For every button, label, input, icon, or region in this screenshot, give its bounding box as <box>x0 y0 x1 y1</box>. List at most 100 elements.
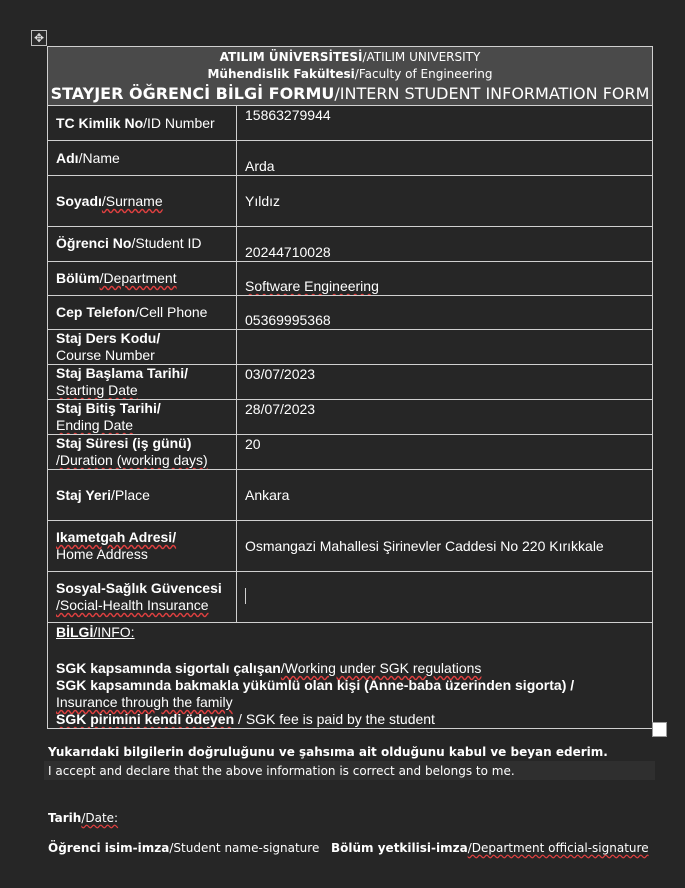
info-option-3-tr: SGK pirimini kendi ödeyen <box>56 711 235 727</box>
declaration-tr: Yukarıdaki bilgilerin doğruluğunu ve şah… <box>48 745 608 759</box>
table-row: Bölüm/Department Software Engineering <box>47 261 653 296</box>
intern-info-form-table: ATILIM ÜNİVERSİTESİ/ATILIM UNIVERSITY Mü… <box>47 46 653 729</box>
table-row: Staj Yeri/Place Ankara <box>47 469 653 521</box>
label-cell: Sosyal-Sağlık Güvencesi/Social-Health In… <box>47 571 237 623</box>
start-date-label-tr: Staj Başlama Tarihi/ <box>56 365 189 382</box>
surname-field[interactable]: Yıldız <box>236 175 653 227</box>
id-number-value: 15863279944 <box>245 107 331 123</box>
label-cell: Staj Bitiş Tarihi/Ending Date <box>47 399 237 435</box>
info-option-1-en: /Working under SGK regulations <box>280 660 482 676</box>
start-date-field[interactable]: 03/07/2023 <box>236 364 653 400</box>
name-value: Arda <box>245 158 275 174</box>
info-option-2-tr: SGK kapsamında bakmakla yükümlü olan kiş… <box>56 677 575 693</box>
department-signature-label-en: /Department official-signature <box>467 841 649 855</box>
place-field[interactable]: Ankara <box>236 469 653 521</box>
label-cell: Öğrenci No/Student ID <box>47 226 237 262</box>
form-title-tr: STAYJER ÖĞRENCİ BİLGİ FORMU <box>50 84 335 103</box>
department-signature-label: Bölüm yetkilisi-imza/Department official… <box>331 841 649 855</box>
label-cell: Adı/Name <box>47 140 237 176</box>
surname-label-en: /Surname <box>101 193 163 209</box>
insurance-label-tr: Sosyal-Sağlık Güvencesi <box>56 580 222 596</box>
table-row: Soyadı/Surname Yıldız <box>47 175 653 227</box>
table-row: Ikametgah Adresi/Home Address Osmangazi … <box>47 520 653 572</box>
course-number-label-tr: Staj Ders Kodu/ <box>56 330 161 347</box>
insurance-field[interactable] <box>236 571 653 623</box>
text-cursor <box>245 588 246 604</box>
form-title-en: /INTERN STUDENT INFORMATION FORM <box>334 84 650 103</box>
info-option-1: SGK kapsamında sigortalı çalışan/Working… <box>56 660 652 677</box>
surname-value: Yıldız <box>245 193 281 209</box>
department-signature-label-tr: Bölüm yetkilisi-imza <box>331 841 468 855</box>
faculty-name-en: /Faculty of Engineering <box>354 67 493 81</box>
end-date-value: 28/07/2023 <box>245 401 316 417</box>
cell-phone-field[interactable]: 05369995368 <box>236 295 653 330</box>
table-move-handle-icon[interactable]: ✥ <box>31 30 47 46</box>
info-title-tr: BİLGİ <box>56 624 94 640</box>
table-row: TC Kimlik No/ID Number 15863279944 <box>47 105 653 141</box>
start-date-label-en: Starting Date <box>56 382 138 398</box>
date-label: Tarih/Date: <box>48 811 118 825</box>
label-cell: Staj Başlama Tarihi/Starting Date <box>47 364 237 400</box>
course-number-field[interactable] <box>236 329 653 365</box>
table-row: Staj Başlama Tarihi/Starting Date 03/07/… <box>47 364 653 400</box>
label-cell: Ikametgah Adresi/Home Address <box>47 520 237 572</box>
place-label-en: /Place <box>111 487 150 503</box>
label-cell: Cep Telefon/Cell Phone <box>47 295 237 330</box>
label-cell: TC Kimlik No/ID Number <box>47 105 237 141</box>
table-row: Staj Ders Kodu/Course Number <box>47 329 653 365</box>
student-id-label-en: /Student ID <box>131 235 202 251</box>
department-field[interactable]: Software Engineering <box>236 261 653 296</box>
table-row: Sosyal-Sağlık Güvencesi/Social-Health In… <box>47 571 653 623</box>
id-number-label-tr: TC Kimlik No <box>56 115 144 131</box>
faculty-name-tr: Mühendislik Fakültesi <box>207 67 355 81</box>
home-address-label-en: Home Address <box>56 546 148 562</box>
student-id-field[interactable]: 20244710028 <box>236 226 653 262</box>
info-title-en: /INFO: <box>93 624 135 640</box>
place-value: Ankara <box>245 487 290 503</box>
surname-label-tr: Soyadı <box>56 193 102 209</box>
cell-phone-label-en: /Cell Phone <box>135 304 208 320</box>
info-option-3-en: / SGK fee is paid by the student <box>234 711 435 727</box>
insurance-label-en: /Social-Health Insurance <box>56 597 209 613</box>
table-row: Staj Süresi (iş günü)/Duration (working … <box>47 434 653 470</box>
department-label-en: /Department <box>99 270 177 286</box>
info-option-2: SGK kapsamında bakmakla yükümlü olan kiş… <box>56 677 652 694</box>
end-date-label-en: Ending Date <box>56 417 134 433</box>
name-label-tr: Adı <box>56 150 79 166</box>
declaration-en: I accept and declare that the above info… <box>48 764 515 778</box>
student-id-value: 20244710028 <box>245 244 331 260</box>
university-name-en: /ATILIM UNIVERSITY <box>362 50 481 64</box>
end-date-field[interactable]: 28/07/2023 <box>236 399 653 435</box>
student-signature-label: Öğrenci isim-imza/Student name-signature <box>48 841 319 855</box>
end-date-label-tr: Staj Bitiş Tarihi/ <box>56 400 161 417</box>
label-cell: Staj Yeri/Place <box>47 469 237 521</box>
name-label-en: /Name <box>78 150 120 166</box>
department-label-tr: Bölüm <box>56 270 100 286</box>
duration-field[interactable]: 20 <box>236 434 653 470</box>
duration-value: 20 <box>245 436 261 452</box>
table-row: Adı/Name Arda <box>47 140 653 176</box>
table-row: Öğrenci No/Student ID 20244710028 <box>47 226 653 262</box>
info-cell: BİLGİ/INFO: SGK kapsamında sigortalı çal… <box>47 622 653 729</box>
student-id-label-tr: Öğrenci No <box>56 235 132 251</box>
table-row: Cep Telefon/Cell Phone 05369995368 <box>47 295 653 330</box>
student-signature-label-tr: Öğrenci isim-imza <box>48 841 170 855</box>
info-option-2-en: Insurance through the family <box>56 694 233 710</box>
label-cell: Soyadı/Surname <box>47 175 237 227</box>
cell-phone-value: 05369995368 <box>245 312 331 328</box>
label-cell: Bölüm/Department <box>47 261 237 296</box>
name-field[interactable]: Arda <box>236 140 653 176</box>
home-address-field[interactable]: Osmangazi Mahallesi Şirinevler Caddesi N… <box>236 520 653 572</box>
student-signature-label-en: /Student name-signature <box>169 841 320 855</box>
department-value: Software Engineering <box>245 278 379 294</box>
duration-label-tr: Staj Süresi (iş günü) <box>56 435 192 452</box>
cell-phone-label-tr: Cep Telefon <box>56 304 136 320</box>
duration-label-en: /Duration (working days) <box>56 452 208 468</box>
id-number-label-en: /ID Number <box>143 115 215 131</box>
form-header: ATILIM ÜNİVERSİTESİ/ATILIM UNIVERSITY Mü… <box>47 46 653 106</box>
info-option-1-tr: SGK kapsamında sigortalı çalışan <box>56 660 281 676</box>
course-number-label-en: Course Number <box>56 347 155 363</box>
id-number-field[interactable]: 15863279944 <box>236 105 653 141</box>
table-resize-handle-icon[interactable] <box>652 722 667 737</box>
table-row: Staj Bitiş Tarihi/Ending Date 28/07/2023 <box>47 399 653 435</box>
